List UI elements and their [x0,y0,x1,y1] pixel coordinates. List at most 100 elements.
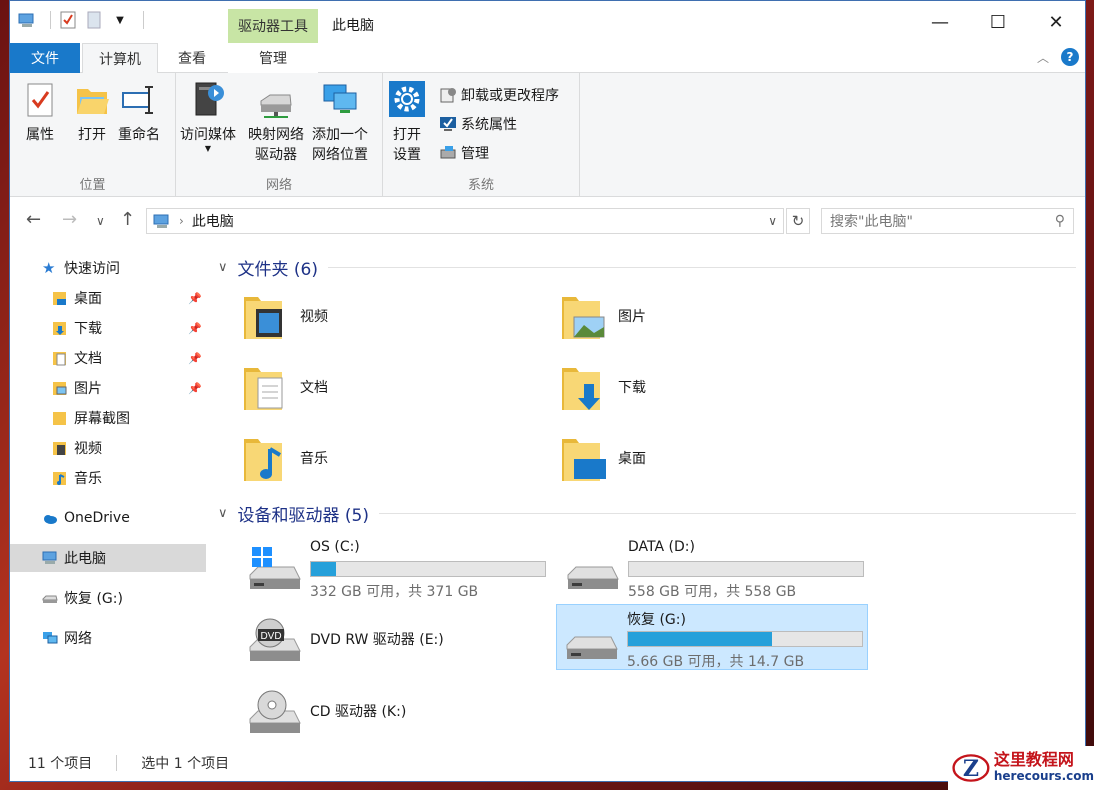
properties-label: 属性 [26,127,54,143]
nav-item-desktop[interactable]: 桌面 📌 [10,284,206,312]
open-settings-button[interactable]: 打开 设置 [389,81,425,165]
folders-section-header[interactable]: ∨ 文件夹 (6) [218,255,1076,280]
drive-dvd-e[interactable]: DVD DVD RW 驱动器 (E:) [240,607,552,673]
nav-network[interactable]: 网络 [10,624,206,652]
downloads-folder-icon [53,322,66,335]
folder-label: 下载 [618,380,646,396]
tab-manage[interactable]: 管理 [228,43,318,73]
collapse-chevron-icon[interactable]: ∨ [218,260,228,275]
tab-file[interactable]: 文件 [10,43,80,73]
breadcrumb-this-pc[interactable]: 此电脑 [192,211,234,231]
nav-label: 视频 [74,441,102,457]
access-media-button[interactable]: 访问媒体 ▼ [180,81,236,153]
open-label: 打开 [78,127,106,143]
drive-name: DATA (D:) [628,539,695,555]
nav-recovery-drive[interactable]: 恢复 (G:) [10,584,206,612]
drives-section-header[interactable]: ∨ 设备和驱动器 (5) [218,501,1076,526]
pin-icon[interactable]: 📌 [188,382,202,395]
status-divider [116,755,118,771]
watermark-title: 这里教程网 [993,750,1074,769]
nav-item-documents[interactable]: 文档 📌 [10,344,206,372]
nav-item-music[interactable]: 音乐 [10,464,206,492]
drive-icon [566,636,618,659]
nav-onedrive[interactable]: OneDrive [10,504,206,532]
search-input[interactable]: 搜索"此电脑" ⚲ [821,208,1074,234]
svg-text:Z: Z [963,756,979,782]
pin-icon[interactable]: 📌 [188,322,202,335]
ribbon-group-location: 属性 打开 重命名 位置 [10,73,176,197]
chevron-down-icon: ▼ [204,144,212,153]
rename-button[interactable]: 重命名 [118,81,160,145]
media-icon [195,82,224,116]
nav-item-downloads[interactable]: 下载 📌 [10,314,206,342]
nav-item-videos[interactable]: 视频 [10,434,206,462]
pin-icon[interactable]: 📌 [188,352,202,365]
minimize-button[interactable]: — [911,1,969,43]
tab-computer[interactable]: 计算机 [82,43,158,74]
drive-usage-fill [311,562,336,576]
open-button[interactable]: 打开 [74,81,110,145]
nav-item-screenshots[interactable]: 屏幕截图 [10,404,206,432]
nav-label: 音乐 [74,471,102,487]
system-properties-button[interactable]: 系统属性 [439,114,517,134]
help-icon[interactable]: ? [1061,48,1079,66]
new-folder-quick-icon[interactable] [85,11,103,29]
folder-videos[interactable]: 视频 [242,286,542,346]
ribbon-group-system: 打开 设置 卸载或更改程序 系统属性 管理 系统 [383,73,580,197]
drive-recovery-g[interactable]: 恢复 (G:) 5.66 GB 可用，共 14.7 GB [556,604,868,670]
add-location-label-2: 网络位置 [312,147,368,163]
drive-usage-fill [628,632,772,646]
downloads-folder-icon [562,368,600,410]
folder-pictures[interactable]: 图片 [560,286,860,346]
access-media-label: 访问媒体 [180,127,236,143]
nav-this-pc[interactable]: 此电脑 [10,544,206,572]
nav-label: OneDrive [64,510,130,526]
refresh-icon[interactable]: ↻ [786,208,810,234]
folder-documents[interactable]: 文档 [242,357,542,417]
folder-downloads[interactable]: 下载 [560,357,860,417]
customize-qat-icon[interactable]: ▼ [111,11,129,29]
add-network-location-button[interactable]: 添加一个 网络位置 [312,81,368,165]
rename-label: 重命名 [118,127,160,143]
nav-item-pictures[interactable]: 图片 📌 [10,374,206,402]
quick-access-toolbar: ▼ [18,11,144,29]
folder-label: 图片 [618,309,646,325]
folder-music[interactable]: 音乐 [242,428,542,488]
maximize-button[interactable]: ☐ [969,1,1027,43]
collapse-chevron-icon[interactable]: ∨ [218,506,228,521]
navigation-bar: ← → ∨ ↑ › 此电脑 ∨ ↻ 搜索"此电脑" ⚲ [10,205,1085,235]
tab-view[interactable]: 查看 [162,43,222,73]
drive-usage-bar [628,561,864,577]
music-folder-icon [244,439,282,481]
folder-desktop[interactable]: 桌面 [560,428,860,488]
network-location-icon [323,84,357,113]
properties-quick-icon[interactable] [59,11,77,29]
map-drive-button[interactable]: 映射网络 驱动器 [248,81,304,165]
pin-icon[interactable]: 📌 [188,292,202,305]
videos-folder-icon [53,442,66,455]
forward-arrow-icon[interactable]: → [62,209,77,230]
drive-icon [567,566,619,589]
open-settings-label-1: 打开 [393,127,421,143]
collapse-ribbon-icon[interactable]: ︿ [1037,49,1049,66]
drive-capacity: 558 GB 可用，共 558 GB [628,584,797,600]
recent-locations-chevron-icon[interactable]: ∨ [96,214,105,228]
drive-os-c[interactable]: OS (C:) 332 GB 可用，共 371 GB [240,535,552,601]
uninstall-button[interactable]: 卸载或更改程序 [439,85,559,105]
drive-data-d[interactable]: DATA (D:) 558 GB 可用，共 558 GB [558,535,870,601]
address-dropdown-icon[interactable]: ∨ [768,214,777,228]
address-bar[interactable]: › 此电脑 ∨ [146,208,784,234]
folder-icon [53,412,66,425]
this-pc-icon [18,11,36,29]
map-drive-label-2: 驱动器 [255,147,297,163]
section-divider [328,267,1076,268]
close-button[interactable]: ✕ [1027,1,1085,43]
back-arrow-icon[interactable]: ← [26,209,41,230]
nav-quick-access[interactable]: ★ 快速访问 [10,254,206,282]
properties-button[interactable]: 属性 [22,81,58,145]
up-arrow-icon[interactable]: ↑ [120,209,135,230]
map-network-drive-icon [260,94,292,118]
drive-cd-k[interactable]: CD 驱动器 (K:) [240,679,552,745]
search-icon: ⚲ [1054,213,1065,229]
manage-button[interactable]: 管理 [439,143,489,163]
